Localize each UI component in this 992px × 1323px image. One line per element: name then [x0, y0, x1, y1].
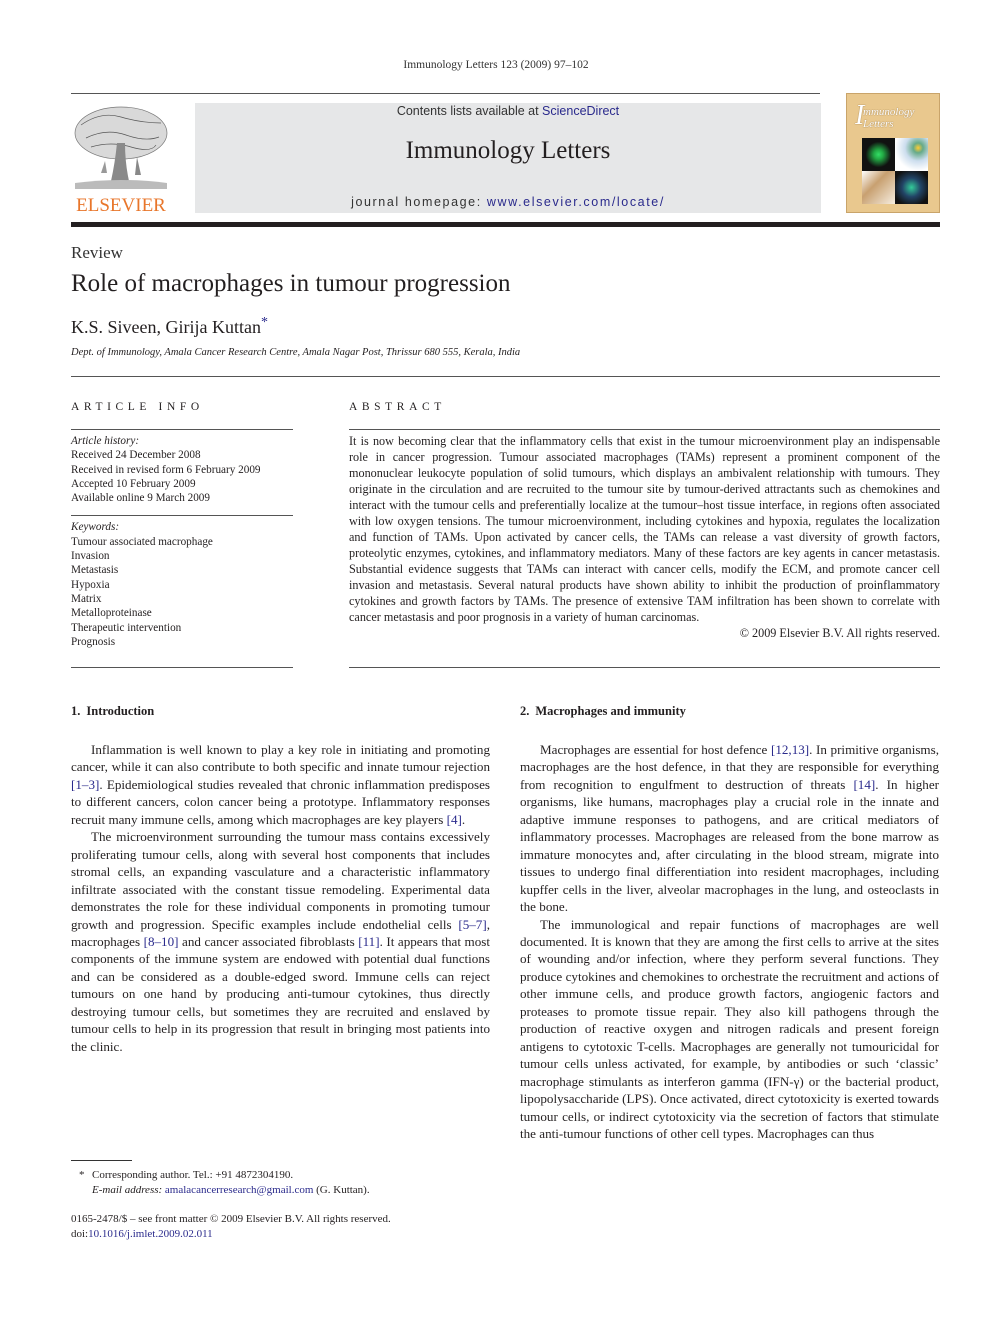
abstract-copyright: © 2009 Elsevier B.V. All rights reserved… [739, 626, 940, 640]
keywords: Keywords: Tumour associated macrophage I… [71, 516, 293, 659]
header-divider [71, 222, 940, 227]
keyword: Hypoxia [71, 578, 110, 591]
section-number: 1. [71, 704, 81, 718]
homepage-link[interactable]: www.elsevier.com/locate/ [487, 195, 665, 209]
keywords-label: Keywords: [71, 521, 120, 534]
cover-image-tile [862, 138, 895, 171]
masthead-top-rule [71, 93, 820, 94]
article-title: Role of macrophages in tumour progressio… [71, 270, 511, 297]
paragraph: The microenvironment surrounding the tum… [71, 829, 490, 1054]
paragraph: Macrophages are essential for host defen… [520, 742, 939, 915]
email-label: E-mail address: [92, 1183, 163, 1196]
article-history: Article history: Received 24 December 20… [71, 430, 293, 515]
keyword: Metalloproteinase [71, 607, 152, 620]
citation-link[interactable]: [8–10] [144, 934, 179, 949]
citation-link[interactable]: [1–3] [71, 777, 99, 792]
history-label: Article history: [71, 435, 140, 447]
abstract-column: ABSTRACT It is now becoming clear that t… [349, 401, 940, 641]
keyword: Invasion [71, 550, 110, 563]
cover-title: mmunology Letters [863, 106, 915, 130]
keyword: Therapeutic intervention [71, 621, 182, 634]
publisher-logo[interactable]: ELSEVIER [71, 103, 171, 216]
contents-availability: Contents lists available at ScienceDirec… [195, 104, 821, 118]
doi-link[interactable]: 10.1016/j.imlet.2009.02.011 [88, 1228, 213, 1240]
authors: K.S. Siveen, Girija Kuttan [71, 317, 261, 337]
sciencedirect-link[interactable]: ScienceDirect [542, 104, 619, 118]
journal-banner: Contents lists available at ScienceDirec… [195, 103, 821, 213]
title-divider [71, 376, 940, 377]
cover-image-tile [862, 171, 895, 204]
citation-link[interactable]: [12,13] [771, 742, 809, 757]
section-heading: 2. Macrophages and immunity [520, 704, 939, 741]
journal-cover-thumbnail[interactable]: I mmunology Letters [846, 93, 940, 213]
history-item: Accepted 10 February 2009 [71, 477, 196, 490]
abstract-text: It is now becoming clear that the inflam… [349, 434, 940, 624]
article-info-heading: ARTICLE INFO [71, 401, 204, 413]
corresponding-author-info: Corresponding author. Tel.: +91 48723041… [92, 1169, 294, 1181]
footnote-mark: * [79, 1169, 85, 1181]
corresponding-author-mark[interactable]: * [261, 315, 268, 330]
citation-link[interactable]: [5–7] [458, 917, 486, 932]
contents-prefix: Contents lists available at [396, 104, 543, 118]
footnote-divider [71, 1160, 132, 1161]
running-head: Immunology Letters 123 (2009) 97–102 [403, 59, 589, 71]
article-info-column: ARTICLE INFO Article history: Received 2… [71, 401, 293, 659]
section-title: Introduction [86, 704, 155, 718]
publisher-logo-text: ELSEVIER [76, 195, 166, 216]
email-suffix: (G. Kuttan). [313, 1183, 370, 1196]
journal-title: Immunology Letters [405, 137, 611, 164]
author-list: K.S. Siveen, Girija Kuttan* [71, 315, 268, 338]
affiliation: Dept. of Immunology, Amala Cancer Resear… [71, 347, 521, 358]
issn-line: 0165-2478/$ – see front matter © 2009 El… [71, 1213, 391, 1225]
section-heading: 1. Introduction [71, 704, 490, 741]
cover-image-tile [895, 138, 928, 171]
corresponding-author-footnote: * Corresponding author. Tel.: +91 4872304… [79, 1168, 370, 1197]
divider [71, 667, 293, 668]
journal-homepage: journal homepage: www.elsevier.com/locat… [195, 195, 821, 209]
keyword: Tumour associated macrophage [71, 535, 213, 548]
keyword: Metastasis [71, 564, 119, 577]
keyword: Prognosis [71, 635, 116, 648]
citation-link[interactable]: [4] [447, 812, 462, 827]
journal-masthead: ELSEVIER Contents lists available at Sci… [71, 93, 940, 216]
section-body: Inflammation is well known to play a key… [71, 741, 490, 1055]
paragraph: The immunological and repair functions o… [520, 916, 939, 1141]
email-link[interactable]: amalacancerresearch@gmail.com [165, 1184, 313, 1196]
front-matter: 0165-2478/$ – see front matter © 2009 El… [71, 1212, 391, 1242]
homepage-prefix: journal homepage: [351, 195, 487, 209]
paragraph: Inflammation is well known to play a key… [71, 742, 490, 827]
citation-link[interactable]: [11] [358, 934, 379, 949]
divider [349, 667, 940, 668]
tree-logo-icon [74, 106, 168, 189]
keyword: Matrix [71, 592, 102, 605]
doi-prefix: doi: [71, 1228, 89, 1240]
cover-image-tile [895, 171, 928, 204]
history-item: Available online 9 March 2009 [71, 492, 210, 505]
history-item: Received 24 December 2008 [71, 449, 201, 462]
abstract-heading: ABSTRACT [349, 401, 446, 413]
section-body: Macrophages are essential for host defen… [520, 741, 939, 1142]
section-title: Macrophages and immunity [535, 704, 686, 718]
section-number: 2. [520, 704, 530, 718]
citation-link[interactable]: [14] [853, 777, 875, 792]
section-introduction: 1. Introduction Inflammation is well know… [71, 704, 490, 1055]
history-item: Received in revised form 6 February 2009 [71, 463, 261, 476]
section-macrophages-and-immunity: 2. Macrophages and immunity Macrophages a… [520, 704, 939, 1142]
article-type: Review [71, 243, 123, 262]
